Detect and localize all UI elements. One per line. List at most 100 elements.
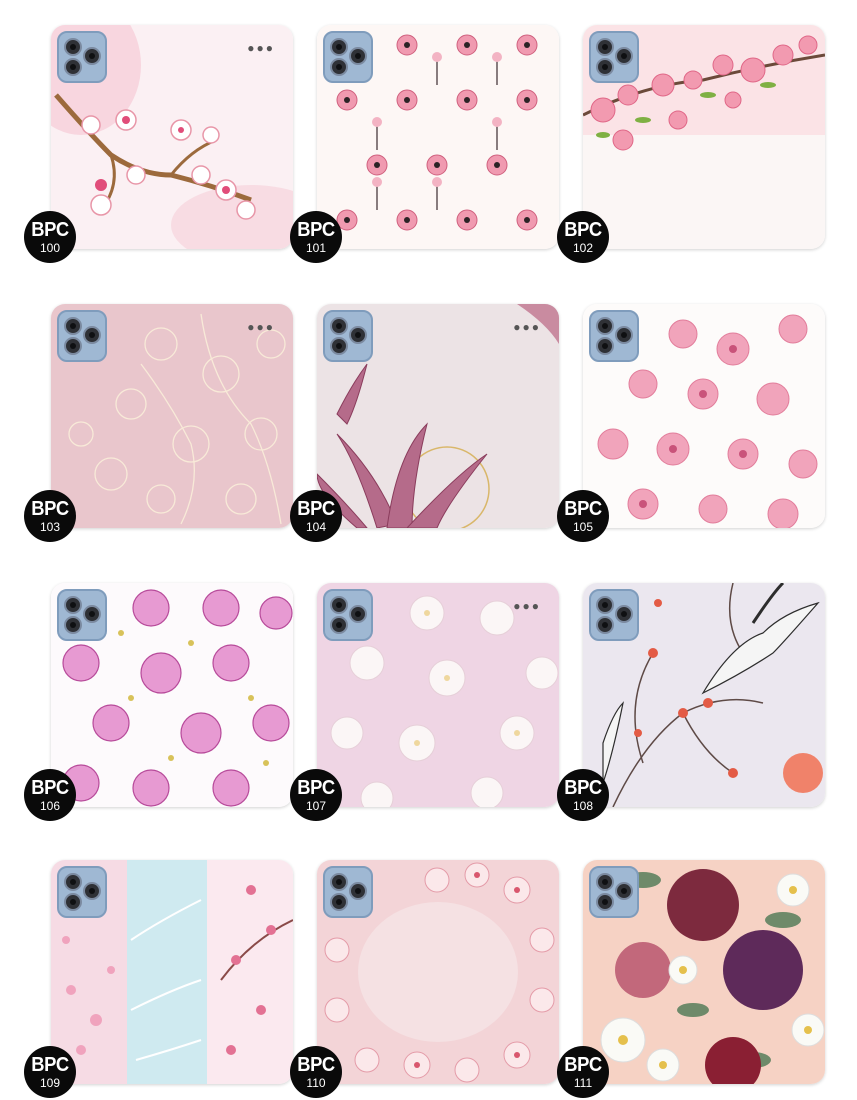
camera-module bbox=[323, 310, 373, 362]
product-badge-107: BPC 107 bbox=[290, 769, 342, 821]
product-case-102[interactable] bbox=[583, 25, 825, 249]
camera-lens-icon bbox=[349, 47, 367, 65]
product-case-107[interactable]: ●●● bbox=[317, 583, 559, 807]
camera-lens-icon bbox=[349, 605, 367, 623]
badge-number: 109 bbox=[39, 1076, 61, 1090]
camera-module bbox=[57, 310, 107, 362]
product-case-100[interactable]: ●●● bbox=[51, 25, 293, 249]
camera-lens-icon bbox=[330, 317, 348, 335]
camera-lens-icon bbox=[596, 38, 614, 56]
camera-lens-icon bbox=[83, 882, 101, 900]
product-case-105[interactable] bbox=[583, 304, 825, 528]
badge-code: BPC bbox=[564, 498, 602, 520]
badge-number: 103 bbox=[39, 520, 61, 534]
badge-code: BPC bbox=[297, 777, 335, 799]
more-dots-icon: ●●● bbox=[513, 320, 541, 334]
camera-lens-icon bbox=[596, 873, 614, 891]
camera-lens-icon bbox=[615, 605, 633, 623]
camera-module bbox=[323, 866, 373, 918]
badge-code: BPC bbox=[31, 1054, 69, 1076]
badge-number: 110 bbox=[306, 1076, 326, 1090]
badge-code: BPC bbox=[31, 219, 69, 241]
camera-lens-icon bbox=[615, 882, 633, 900]
camera-lens-icon bbox=[596, 596, 614, 614]
product-badge-103: BPC 103 bbox=[24, 490, 76, 542]
camera-module bbox=[57, 31, 107, 83]
product-badge-110: BPC 110 bbox=[290, 1046, 342, 1098]
camera-module bbox=[589, 589, 639, 641]
camera-lens-icon bbox=[330, 337, 348, 355]
camera-module bbox=[589, 310, 639, 362]
product-case-103[interactable]: ●●● bbox=[51, 304, 293, 528]
product-case-106[interactable] bbox=[51, 583, 293, 807]
product-case-110[interactable] bbox=[317, 860, 559, 1084]
badge-code: BPC bbox=[564, 219, 602, 241]
camera-lens-icon bbox=[64, 873, 82, 891]
camera-lens-icon bbox=[330, 596, 348, 614]
camera-lens-icon bbox=[596, 317, 614, 335]
product-case-101[interactable] bbox=[317, 25, 559, 249]
more-dots-icon: ●●● bbox=[513, 599, 541, 613]
camera-lens-icon bbox=[83, 326, 101, 344]
camera-lens-icon bbox=[349, 882, 367, 900]
product-badge-102: BPC 102 bbox=[557, 211, 609, 263]
camera-lens-icon bbox=[330, 873, 348, 891]
product-badge-108: BPC 108 bbox=[557, 769, 609, 821]
camera-module bbox=[57, 866, 107, 918]
badge-code: BPC bbox=[297, 219, 335, 241]
camera-lens-icon bbox=[349, 326, 367, 344]
badge-number: 101 bbox=[305, 241, 327, 255]
camera-lens-icon bbox=[615, 47, 633, 65]
camera-lens-icon bbox=[596, 616, 614, 634]
badge-number: 106 bbox=[39, 799, 61, 813]
camera-lens-icon bbox=[596, 58, 614, 76]
camera-module bbox=[323, 31, 373, 83]
product-badge-109: BPC 109 bbox=[24, 1046, 76, 1098]
camera-lens-icon bbox=[330, 893, 348, 911]
product-badge-111: BPC 111 bbox=[557, 1046, 609, 1098]
camera-lens-icon bbox=[64, 337, 82, 355]
camera-lens-icon bbox=[64, 58, 82, 76]
product-case-109[interactable] bbox=[51, 860, 293, 1084]
product-badge-100: BPC 100 bbox=[24, 211, 76, 263]
product-badge-101: BPC 101 bbox=[290, 211, 342, 263]
camera-lens-icon bbox=[330, 616, 348, 634]
product-case-111[interactable] bbox=[583, 860, 825, 1084]
camera-lens-icon bbox=[596, 893, 614, 911]
camera-lens-icon bbox=[64, 616, 82, 634]
camera-lens-icon bbox=[83, 605, 101, 623]
badge-code: BPC bbox=[564, 1054, 602, 1076]
camera-module bbox=[57, 589, 107, 641]
product-case-108[interactable] bbox=[583, 583, 825, 807]
camera-module bbox=[589, 31, 639, 83]
badge-number: 100 bbox=[39, 241, 61, 255]
badge-number: 111 bbox=[573, 1076, 593, 1090]
product-badge-104: BPC 104 bbox=[290, 490, 342, 542]
badge-number: 105 bbox=[572, 520, 594, 534]
badge-number: 102 bbox=[572, 241, 594, 255]
camera-lens-icon bbox=[83, 47, 101, 65]
badge-code: BPC bbox=[564, 777, 602, 799]
badge-code: BPC bbox=[297, 498, 335, 520]
badge-number: 104 bbox=[305, 520, 327, 534]
product-badge-106: BPC 106 bbox=[24, 769, 76, 821]
badge-number: 108 bbox=[572, 799, 594, 813]
more-dots-icon: ●●● bbox=[247, 320, 275, 334]
more-dots-icon: ●●● bbox=[247, 41, 275, 55]
badge-code: BPC bbox=[31, 777, 69, 799]
camera-lens-icon bbox=[330, 38, 348, 56]
camera-lens-icon bbox=[64, 38, 82, 56]
camera-lens-icon bbox=[615, 326, 633, 344]
camera-module bbox=[589, 866, 639, 918]
camera-lens-icon bbox=[330, 58, 348, 76]
product-badge-105: BPC 105 bbox=[557, 490, 609, 542]
camera-lens-icon bbox=[596, 337, 614, 355]
camera-lens-icon bbox=[64, 893, 82, 911]
product-case-104[interactable]: ●●● bbox=[317, 304, 559, 528]
camera-lens-icon bbox=[64, 317, 82, 335]
camera-lens-icon bbox=[64, 596, 82, 614]
badge-number: 107 bbox=[305, 799, 327, 813]
camera-module bbox=[323, 589, 373, 641]
badge-code: BPC bbox=[297, 1054, 335, 1076]
badge-code: BPC bbox=[31, 498, 69, 520]
